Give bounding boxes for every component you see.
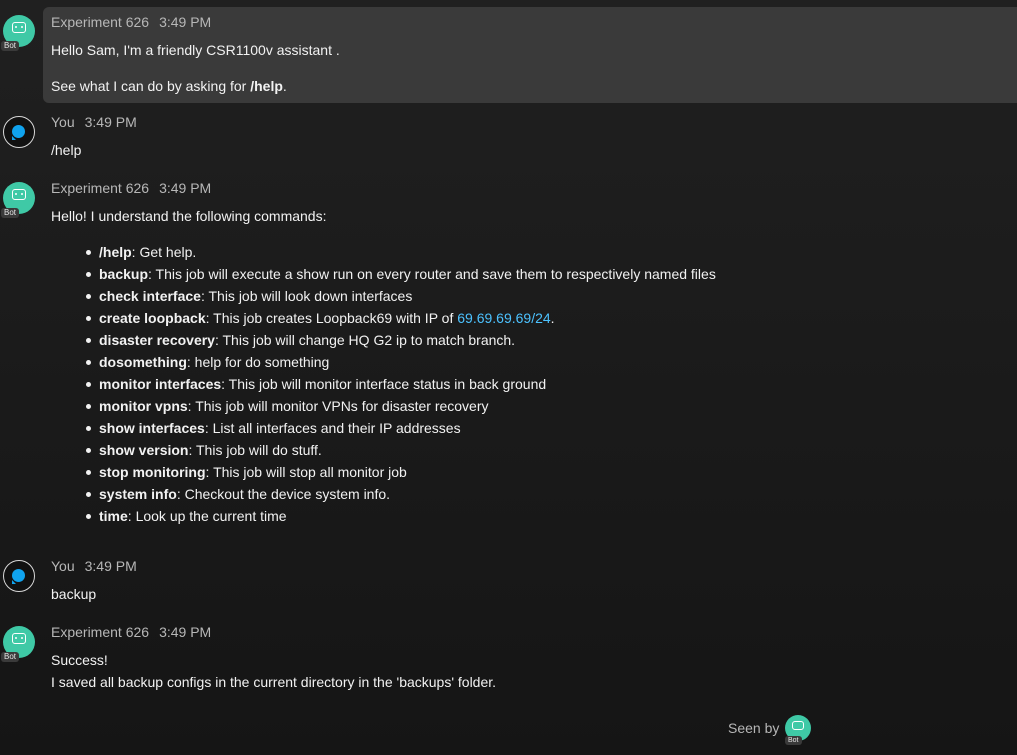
bot-icon bbox=[12, 22, 26, 33]
sender-name: Experiment 626 bbox=[51, 624, 150, 640]
command-desc: : help for do something bbox=[186, 354, 330, 370]
command-desc: : This job will monitor VPNs for disaste… bbox=[187, 398, 489, 414]
message-text: Hello! I understand the following comman… bbox=[51, 208, 327, 224]
message-header: You 3:49 PM bbox=[51, 114, 137, 130]
chat-transcript: Bot Experiment 626 3:49 PM Hello Sam, I'm… bbox=[0, 0, 1017, 755]
command-desc-after: . bbox=[550, 310, 555, 326]
command-name: monitor interfaces bbox=[99, 376, 222, 392]
ip-link[interactable]: 69.69.69.69/24 bbox=[457, 310, 550, 326]
command-desc: : Look up the current time bbox=[127, 508, 287, 524]
command-name: create loopback bbox=[99, 310, 206, 326]
message-header: You 3:49 PM bbox=[51, 558, 137, 574]
message-time: 3:49 PM bbox=[84, 558, 137, 574]
list-item: backup: This job will execute a show run… bbox=[86, 263, 716, 285]
message-time: 3:49 PM bbox=[84, 114, 137, 130]
command-name: monitor vpns bbox=[99, 398, 188, 414]
message-time: 3:49 PM bbox=[159, 14, 212, 30]
user-avatar[interactable] bbox=[3, 116, 35, 148]
command-name: disaster recovery bbox=[99, 332, 215, 348]
list-item: system info: Checkout the device system … bbox=[86, 483, 716, 505]
sender-name: You bbox=[51, 558, 75, 574]
list-item: show version: This job will do stuff. bbox=[86, 439, 716, 461]
bot-avatar[interactable]: Bot bbox=[1, 15, 35, 51]
command-name: /help bbox=[99, 244, 132, 260]
bot-badge: Bot bbox=[1, 41, 20, 51]
list-item: monitor vpns: This job will monitor VPNs… bbox=[86, 395, 716, 417]
command-name: system info bbox=[99, 486, 177, 502]
message-text: Success! bbox=[51, 652, 108, 668]
message-text: I saved all backup configs in the curren… bbox=[51, 674, 497, 690]
seen-by-label: Seen by bbox=[728, 720, 780, 736]
command-desc: : This job will look down interfaces bbox=[200, 288, 413, 304]
list-item: time: Look up the current time bbox=[86, 505, 716, 527]
user-avatar[interactable] bbox=[3, 560, 35, 592]
help-command: /help bbox=[250, 78, 283, 94]
help-hint-text: See what I can do by asking for bbox=[51, 78, 251, 94]
command-desc: : Checkout the device system info. bbox=[176, 486, 391, 502]
command-name: show interfaces bbox=[99, 420, 205, 436]
bot-icon bbox=[792, 721, 804, 730]
list-item: /help: Get help. bbox=[86, 241, 716, 263]
list-item: dosomething: help for do something bbox=[86, 351, 716, 373]
message-time: 3:49 PM bbox=[159, 624, 212, 640]
command-name: backup bbox=[99, 266, 149, 282]
message-text: backup bbox=[51, 586, 97, 602]
command-name: check interface bbox=[99, 288, 201, 304]
seen-by-avatar[interactable]: Bot bbox=[785, 715, 811, 745]
command-desc: : This job will change HQ G2 ip to match… bbox=[214, 332, 516, 348]
command-name: stop monitoring bbox=[99, 464, 206, 480]
sender-name: Experiment 626 bbox=[51, 14, 150, 30]
command-desc: : This job creates Loopback69 with IP of bbox=[205, 310, 458, 326]
message-text: /help bbox=[51, 142, 82, 158]
sender-name: You bbox=[51, 114, 75, 130]
command-name: dosomething bbox=[99, 354, 187, 370]
bot-avatar[interactable]: Bot bbox=[1, 626, 35, 662]
bot-badge: Bot bbox=[785, 736, 802, 745]
bot-icon bbox=[12, 189, 26, 200]
message-header: Experiment 626 3:49 PM bbox=[51, 180, 211, 196]
message-header: Experiment 626 3:49 PM bbox=[51, 624, 211, 640]
chat-bubble-icon bbox=[12, 125, 25, 140]
list-item: disaster recovery: This job will change … bbox=[86, 329, 716, 351]
command-desc: : This job will execute a show run on ev… bbox=[148, 266, 716, 282]
bot-icon bbox=[12, 633, 26, 644]
help-hint-trail: . bbox=[282, 78, 287, 94]
command-name: time bbox=[99, 508, 128, 524]
command-desc: : List all interfaces and their IP addre… bbox=[204, 420, 461, 436]
list-item: monitor interfaces: This job will monito… bbox=[86, 373, 716, 395]
message-text: See what I can do by asking for /help. bbox=[51, 75, 287, 97]
command-desc: : This job will monitor interface status… bbox=[221, 376, 547, 392]
command-name: show version bbox=[99, 442, 189, 458]
message-header: Experiment 626 3:49 PM bbox=[51, 14, 211, 30]
bot-avatar[interactable]: Bot bbox=[1, 182, 35, 218]
command-list: /help: Get help. backup: This job will e… bbox=[86, 241, 716, 527]
command-desc: : Get help. bbox=[131, 244, 197, 260]
command-desc: : This job will stop all monitor job bbox=[205, 464, 407, 480]
bot-badge: Bot bbox=[1, 652, 20, 662]
sender-name: Experiment 626 bbox=[51, 180, 150, 196]
list-item: check interface: This job will look down… bbox=[86, 285, 716, 307]
bot-badge: Bot bbox=[1, 208, 20, 218]
chat-bubble-icon bbox=[12, 569, 25, 584]
list-item: stop monitoring: This job will stop all … bbox=[86, 461, 716, 483]
message-text: Hello Sam, I'm a friendly CSR1100v assis… bbox=[51, 42, 340, 58]
message-time: 3:49 PM bbox=[159, 180, 212, 196]
list-item: show interfaces: List all interfaces and… bbox=[86, 417, 716, 439]
command-desc: : This job will do stuff. bbox=[188, 442, 322, 458]
list-item: create loopback: This job creates Loopba… bbox=[86, 307, 716, 329]
